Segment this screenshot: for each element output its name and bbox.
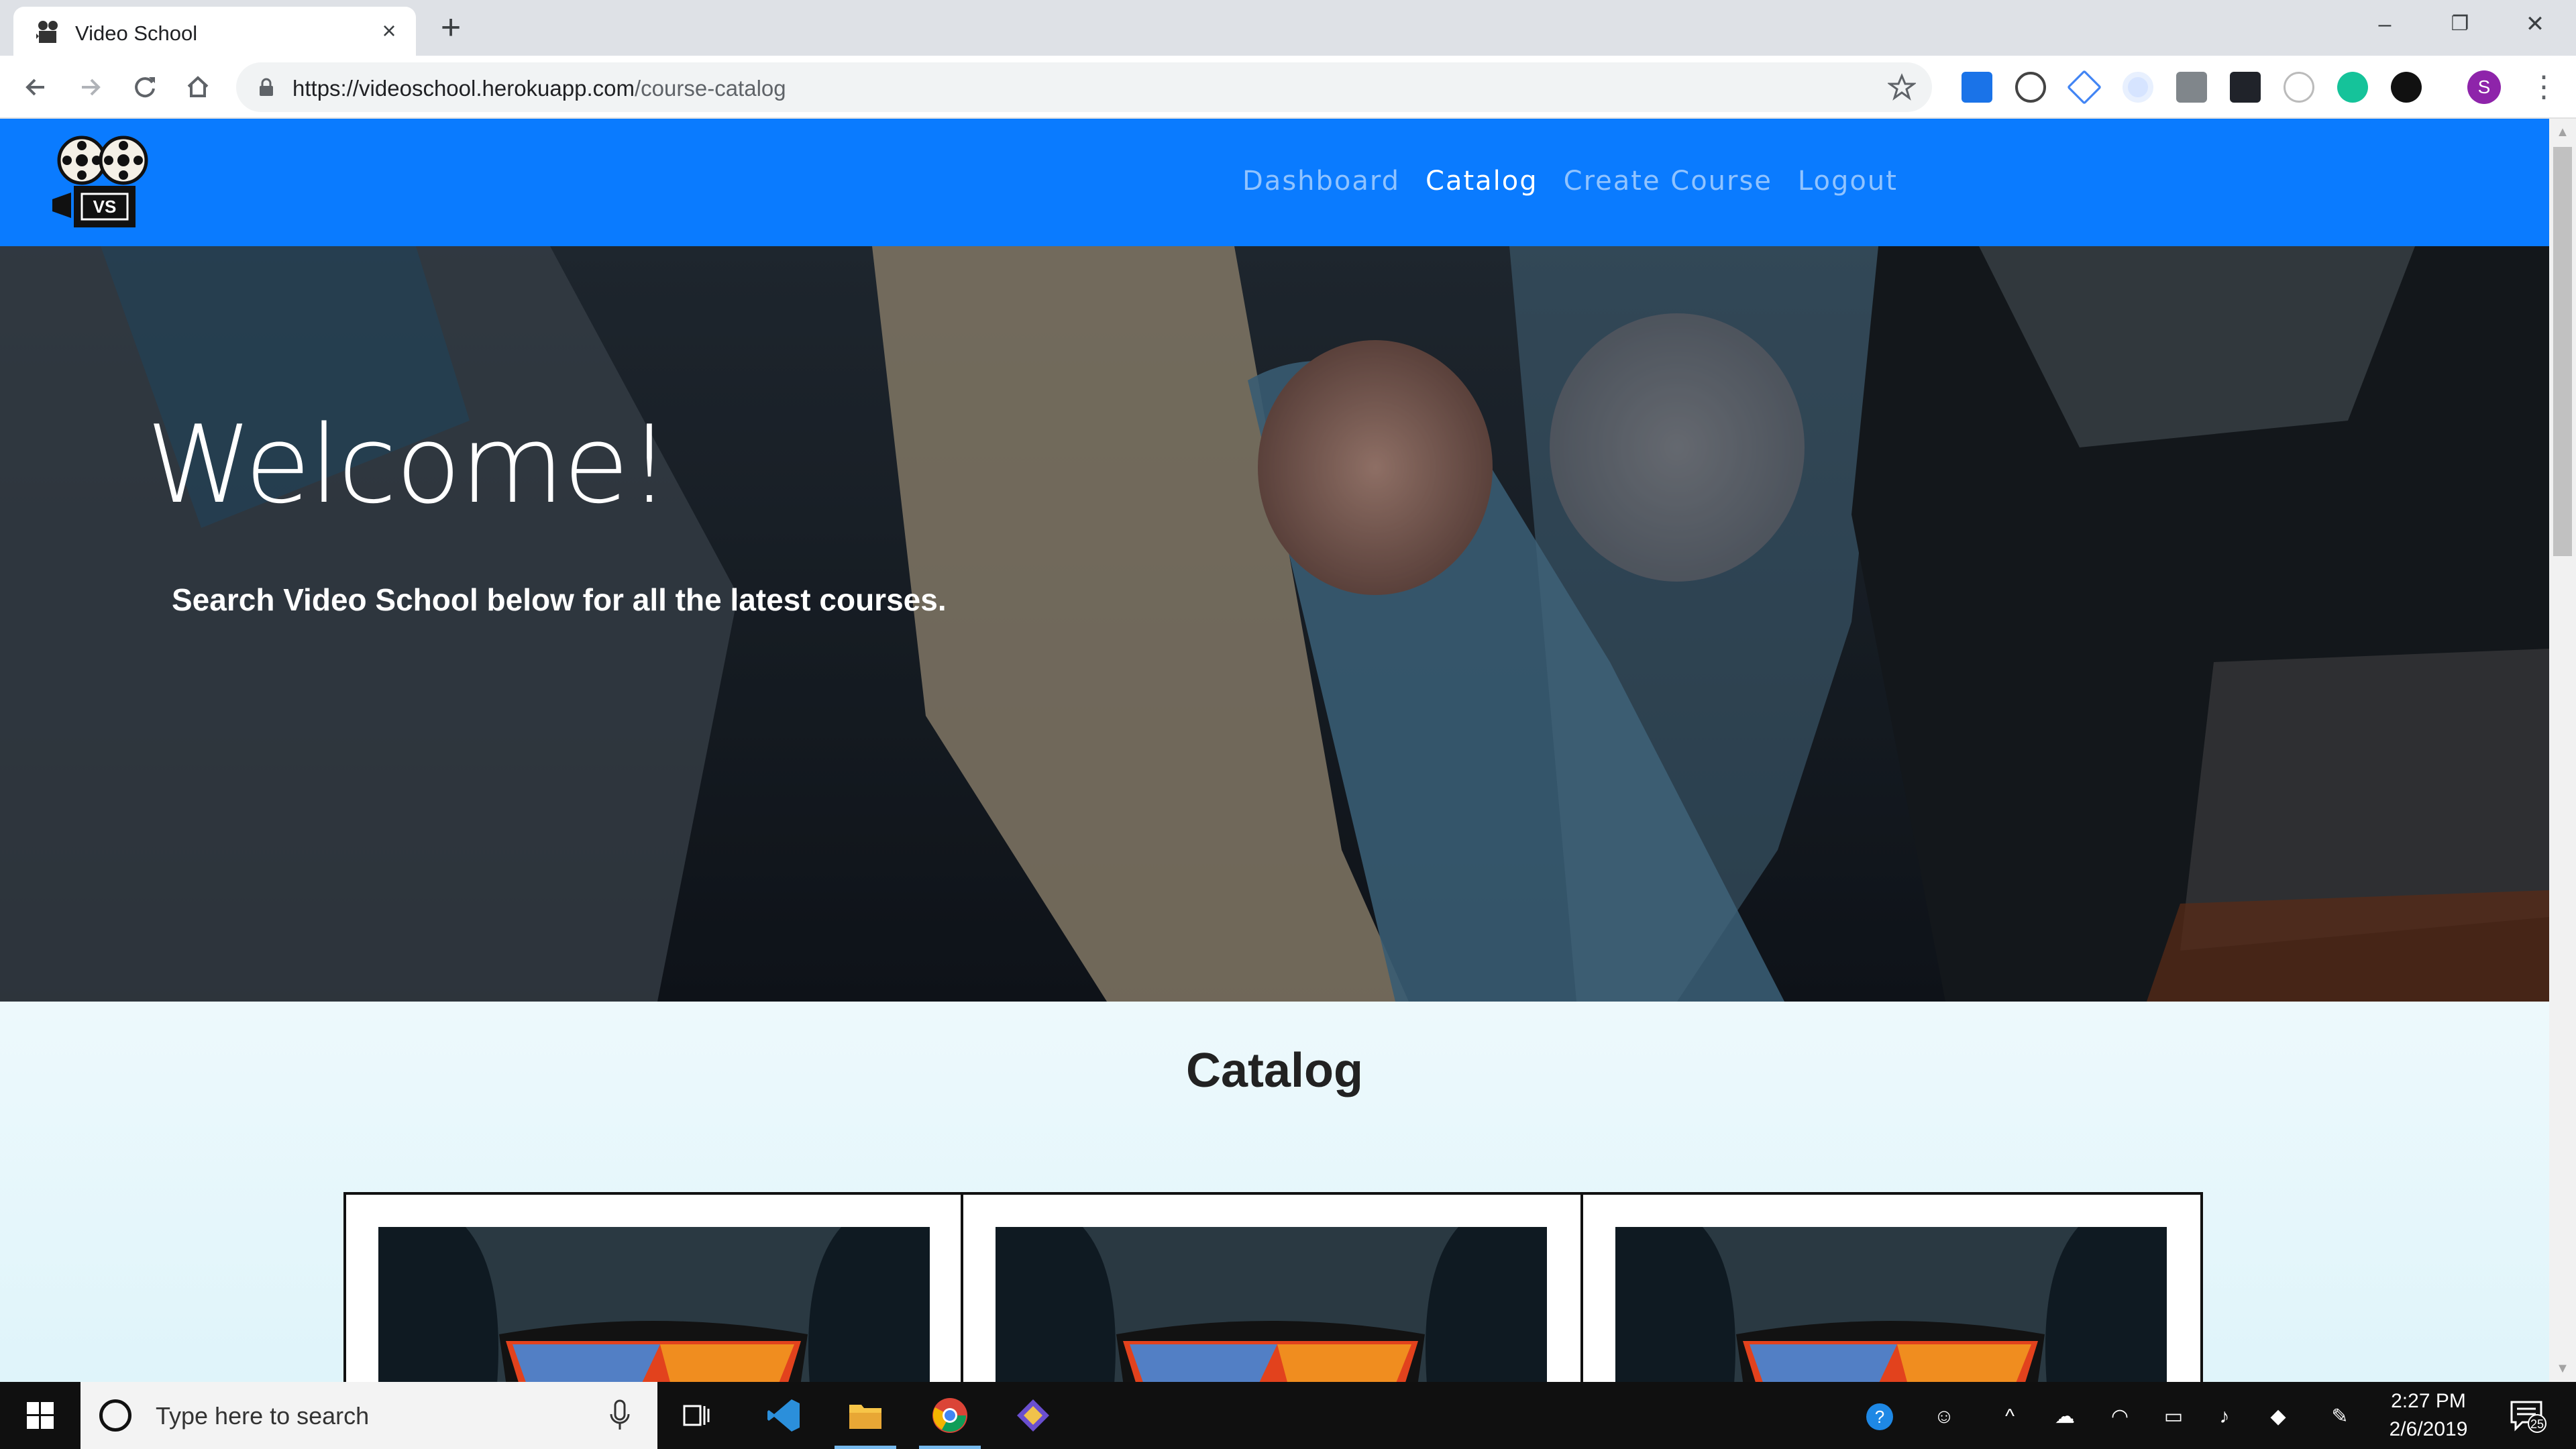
new-tab-button[interactable]: + [435, 10, 467, 45]
nav-link-create-course[interactable]: Create Course [1564, 166, 1772, 197]
chrome-icon[interactable] [931, 1397, 969, 1434]
bookmark-star-icon[interactable] [1888, 73, 1916, 101]
code-brackets-icon[interactable] [2015, 72, 2046, 103]
text-tool-icon[interactable] [1962, 72, 1992, 103]
onedrive-cloud-icon[interactable]: ☁ [2051, 1403, 2078, 1430]
browser-toolbar: https://videoschool.herokuapp.com/course… [0, 56, 2576, 119]
home-icon [187, 76, 209, 97]
lock-icon [260, 78, 273, 96]
start-button[interactable] [0, 1382, 80, 1449]
browser-tab[interactable]: Video School × [13, 7, 416, 56]
arrow-left-icon [25, 78, 44, 96]
hero-banner: Welcome! Search Video School below for a… [0, 246, 2549, 1002]
tab-close-icon[interactable]: × [376, 17, 402, 44]
course-thumbnail[interactable] [378, 1227, 930, 1382]
site-navbar: VS Dashboard Catalog Create Course Logou… [0, 119, 2549, 246]
back-button[interactable] [15, 66, 56, 108]
home-button[interactable] [177, 66, 219, 108]
chat-icon[interactable] [2391, 72, 2422, 103]
taskbar-search-placeholder: Type here to search [156, 1402, 370, 1430]
browser-menu-icon[interactable]: ⋮ [2529, 70, 2559, 104]
clock-date: 2/6/2019 [2389, 1418, 2468, 1440]
video-school-logo[interactable]: VS [51, 135, 152, 230]
volume-icon[interactable]: ♪ [2211, 1403, 2238, 1430]
logo-text: VS [93, 197, 117, 217]
scroll-down-icon[interactable]: ▼ [2549, 1355, 2576, 1382]
address-bar[interactable]: https://videoschool.herokuapp.com/course… [236, 62, 1932, 112]
video-camera-favicon-icon [36, 21, 58, 43]
file-explorer-icon[interactable] [847, 1397, 884, 1434]
show-hidden-icons-chevron-icon[interactable]: ^ [1996, 1403, 2023, 1430]
page-scrollbar[interactable]: ▲ ▼ [2549, 119, 2576, 1382]
clock-time: 2:27 PM [2391, 1390, 2466, 1412]
restore-button[interactable]: ❐ [2423, 0, 2497, 48]
vscode-icon[interactable] [765, 1397, 802, 1434]
dev-tools-icon[interactable] [2176, 72, 2207, 103]
close-window-button[interactable]: ✕ [2498, 0, 2572, 48]
people-icon[interactable]: ☺ [1931, 1403, 1957, 1430]
dropbox-icon[interactable]: ◆ [2265, 1403, 2292, 1430]
forward-button[interactable] [70, 66, 111, 108]
extension-dot-icon[interactable] [2123, 72, 2153, 103]
task-view-icon[interactable] [678, 1397, 715, 1434]
react-icon[interactable] [2230, 72, 2261, 103]
course-card[interactable] [963, 1192, 1583, 1382]
drive-icon[interactable] [2066, 69, 2102, 105]
nav-link-catalog[interactable]: Catalog [1426, 166, 1538, 197]
hero-subtitle: Search Video School below for all the la… [172, 582, 947, 617]
browser-tab-strip: Video School × + – ❐ ✕ [0, 0, 2576, 56]
minimize-button[interactable]: – [2348, 0, 2422, 48]
reload-icon [135, 77, 155, 98]
taskbar-clock[interactable]: 2:27 PM 2/6/2019 [2355, 1387, 2502, 1444]
notification-center-icon[interactable]: 25 [2509, 1399, 2546, 1433]
laptop-image [1615, 1227, 2167, 1382]
hero-background-photo [0, 246, 2549, 1002]
hero-title: Welcome! [146, 402, 671, 527]
reload-button[interactable] [123, 66, 165, 108]
face-icon[interactable] [2284, 72, 2314, 103]
tab-title: Video School [75, 21, 198, 45]
course-card[interactable] [1583, 1192, 2203, 1382]
microphone-icon[interactable] [606, 1398, 633, 1433]
notification-count: 25 [2530, 1417, 2544, 1431]
site-nav-links: Dashboard Catalog Create Course Logout [1242, 166, 1898, 197]
windows-logo-icon [27, 1402, 54, 1429]
battery-icon[interactable]: ▭ [2160, 1403, 2187, 1430]
nav-link-logout[interactable]: Logout [1798, 166, 1898, 197]
scrollbar-thumb[interactable] [2553, 147, 2572, 556]
catalog-heading: Catalog [1185, 1044, 1364, 1097]
pen-icon[interactable]: ✎ [2326, 1403, 2353, 1430]
arrow-right-icon [82, 78, 101, 96]
course-card-grid [343, 1192, 2206, 1382]
scroll-up-icon[interactable]: ▲ [2549, 119, 2576, 146]
laptop-image [378, 1227, 930, 1382]
laptop-image [996, 1227, 1547, 1382]
grammarly-icon[interactable] [2337, 72, 2368, 103]
cortana-icon [99, 1399, 131, 1432]
url-host: https://videoschool.herokuapp.com [292, 76, 635, 101]
url-path: /course-catalog [634, 76, 786, 101]
taskbar-search-box[interactable]: Type here to search [80, 1382, 657, 1449]
git-kraken-icon[interactable] [1014, 1397, 1052, 1434]
nav-link-dashboard[interactable]: Dashboard [1242, 166, 1400, 197]
profile-avatar[interactable]: S [2467, 70, 2501, 104]
windows-taskbar: Type here to search ? ☺ ^ ☁ ◠ ▭ ♪ ◆ ✎ 2:… [0, 1382, 2576, 1449]
explorer-active-indicator [835, 1446, 896, 1449]
chrome-active-indicator [919, 1446, 981, 1449]
help-icon[interactable]: ? [1866, 1403, 1893, 1430]
wifi-icon[interactable]: ◠ [2106, 1403, 2133, 1430]
course-thumbnail[interactable] [1615, 1227, 2167, 1382]
page-viewport: VS Dashboard Catalog Create Course Logou… [0, 119, 2549, 1382]
course-card[interactable] [343, 1192, 963, 1382]
url-text: https://videoschool.herokuapp.com/course… [292, 76, 786, 101]
course-thumbnail[interactable] [996, 1227, 1547, 1382]
